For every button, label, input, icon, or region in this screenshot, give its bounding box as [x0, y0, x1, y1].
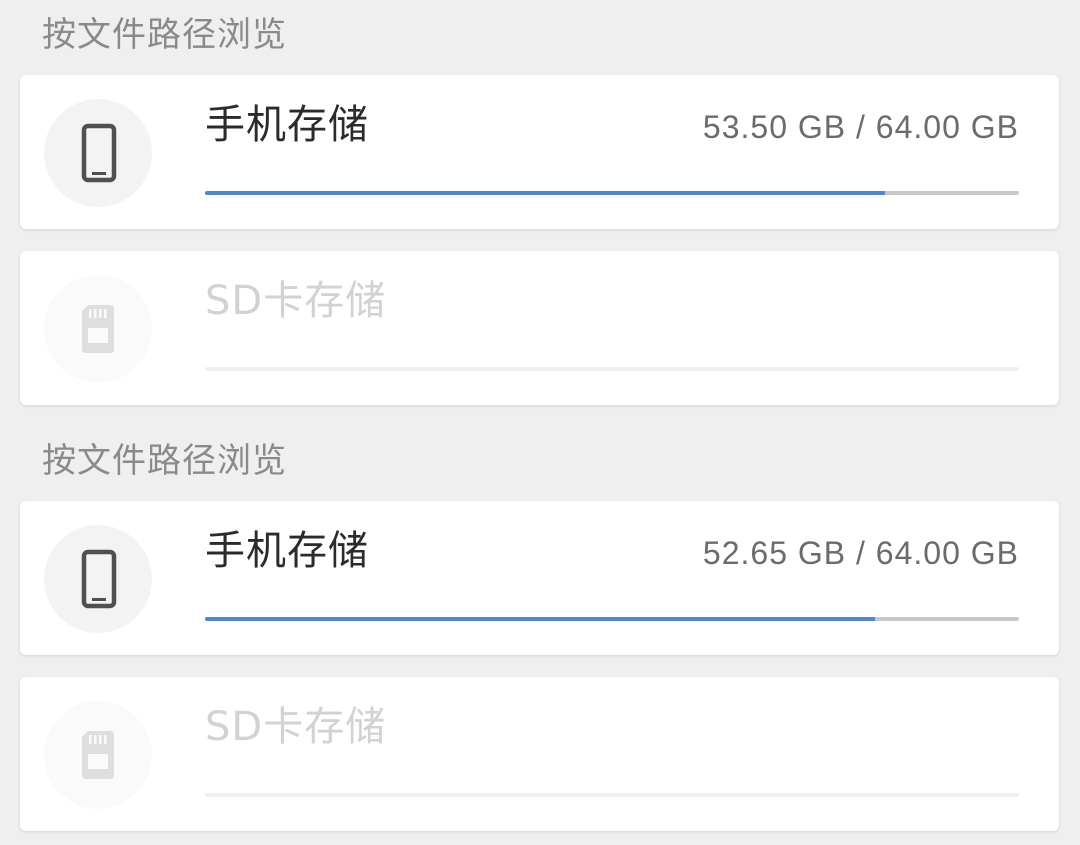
sd-storage-card[interactable]: SD卡存储 — [20, 251, 1059, 405]
phone-storage-card[interactable]: 手机存储 52.65 GB / 64.00 GB — [20, 501, 1059, 655]
phone-icon — [44, 99, 152, 207]
storage-progress-fill — [205, 617, 875, 621]
storage-progress-fill — [205, 191, 886, 195]
phone-storage-card[interactable]: 手机存储 53.50 GB / 64.00 GB — [20, 75, 1059, 229]
sd-storage-card[interactable]: SD卡存储 — [20, 677, 1059, 831]
sd-card-icon — [44, 275, 152, 383]
storage-size-text: 52.65 GB / 64.00 GB — [702, 535, 1019, 571]
sd-card-icon — [44, 701, 152, 809]
storage-label: SD卡存储 — [205, 278, 387, 324]
storage-progress-bar — [205, 191, 1019, 195]
storage-label: 手机存储 — [205, 528, 369, 574]
phone-icon — [44, 525, 152, 633]
storage-progress-bar — [205, 793, 1019, 797]
storage-size-text: 53.50 GB / 64.00 GB — [702, 109, 1019, 145]
storage-progress-bar — [205, 367, 1019, 371]
storage-label: SD卡存储 — [205, 704, 387, 750]
storage-progress-bar — [205, 617, 1019, 621]
section-title: 按文件路径浏览 — [42, 441, 287, 481]
storage-label: 手机存储 — [205, 102, 369, 148]
section-title: 按文件路径浏览 — [42, 15, 287, 55]
